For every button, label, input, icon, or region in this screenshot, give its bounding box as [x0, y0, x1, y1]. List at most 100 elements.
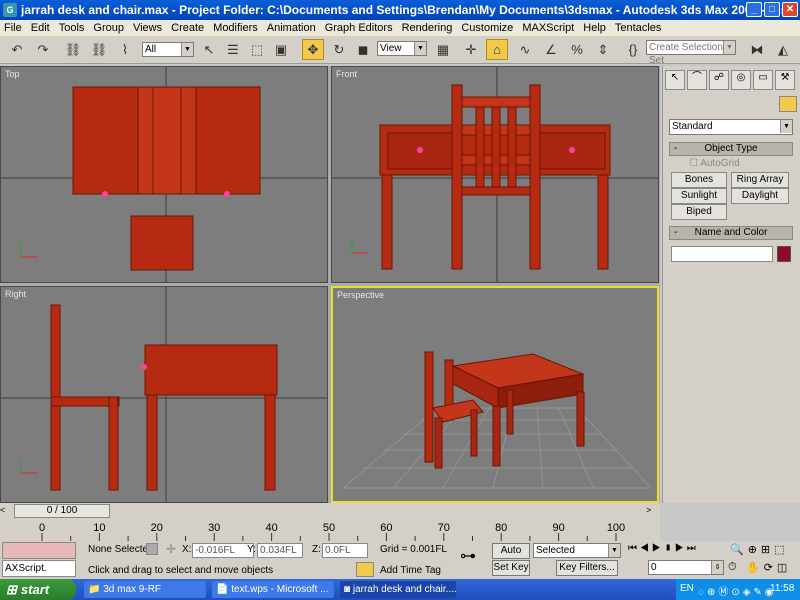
reference-coordinate-dropdown[interactable]: View ▼ — [377, 41, 427, 56]
auto-key-button[interactable]: Auto Key — [492, 543, 530, 570]
keyboard-shortcut-override-icon[interactable]: ⌂ — [486, 39, 508, 60]
menu-rendering[interactable]: Rendering — [402, 22, 453, 34]
perspective-view-scene — [342, 351, 652, 489]
menu-edit[interactable]: Edit — [31, 22, 50, 34]
unlink-icon[interactable]: ⛓ — [88, 39, 110, 60]
menu-graph-editors[interactable]: Graph Editors — [325, 22, 393, 34]
window-crossing-icon[interactable]: ▣ — [270, 39, 292, 60]
key-filters-button[interactable]: Key Filters... — [556, 560, 618, 576]
menu-modifiers[interactable]: Modifiers — [213, 22, 258, 34]
menu-maxscript[interactable]: MAXScript — [522, 22, 574, 34]
spinner-snap-icon[interactable]: ⇕ — [592, 39, 614, 60]
close-button[interactable]: ✕ — [782, 2, 798, 17]
named-selection-set-dropdown[interactable]: Create Selection Set ▼ — [646, 40, 736, 66]
key-icon[interactable]: ⊶ — [460, 546, 476, 566]
select-and-manipulate-icon[interactable]: ✛ — [460, 39, 482, 60]
menu-customize[interactable]: Customize — [461, 22, 513, 34]
playback-controls[interactable]: ⏮◀▶▮▶⏭ — [628, 543, 699, 554]
time-tag-icon[interactable] — [356, 562, 374, 577]
percent-snap-icon[interactable]: % — [566, 39, 588, 60]
sunlight-button[interactable]: Sunlight — [671, 188, 727, 204]
maximize-button[interactable]: □ — [764, 2, 780, 17]
set-key-button[interactable]: Set Key — [492, 560, 530, 576]
object-name-input[interactable] — [671, 246, 773, 262]
lock-selection-icon[interactable] — [146, 543, 158, 555]
menu-group[interactable]: Group — [93, 22, 124, 34]
bind-to-space-warp-icon[interactable]: ⌇ — [114, 39, 136, 60]
select-and-rotate-icon[interactable]: ↻ — [328, 39, 350, 60]
ring-array-button[interactable]: Ring Array — [731, 172, 789, 188]
snaps-toggle-icon[interactable]: ∿ — [514, 39, 536, 60]
bones-button[interactable]: Bones — [671, 172, 727, 188]
maxscript-listener-pink[interactable] — [2, 542, 76, 559]
create-tab-icon[interactable]: ↖ — [665, 70, 685, 90]
viewport-nav-controls-2[interactable]: ✋⟳◫ — [746, 561, 791, 574]
modify-tab-icon[interactable]: ⌒ — [687, 70, 707, 90]
mirror-icon[interactable]: ⧓ — [746, 39, 768, 60]
viewport-nav-controls[interactable]: 🔍⊕⊞⬚ — [730, 543, 789, 556]
select-and-link-icon[interactable]: ⛓ — [62, 39, 84, 60]
select-and-scale-icon[interactable]: ◼ — [352, 39, 374, 60]
chevron-left-icon[interactable]: < — [0, 505, 14, 517]
3ds-max-icon[interactable]: G — [3, 3, 17, 17]
taskbar-item-folder[interactable]: 📁 3d max 9-RF — [84, 581, 206, 598]
display-tab-icon[interactable]: ▭ — [753, 70, 773, 90]
add-time-tag[interactable]: Add Time Tag — [380, 565, 441, 576]
menu-file[interactable]: File — [4, 22, 22, 34]
window-title: jarrah desk and chair.max - Project Fold… — [21, 3, 798, 17]
selection-filter-dropdown[interactable]: All ▼ — [142, 42, 194, 57]
hierarchy-tab-icon[interactable]: ☍ — [709, 70, 729, 90]
top-viewport[interactable]: Top — [0, 66, 328, 283]
name-and-color-rollout[interactable]: - Name and Color — [669, 226, 793, 240]
select-and-move-icon[interactable]: ✥ — [302, 39, 324, 60]
utilities-tab-icon[interactable]: ⚒ — [775, 70, 795, 90]
menu-help[interactable]: Help — [583, 22, 606, 34]
biped-button[interactable]: Biped — [671, 204, 727, 220]
start-button[interactable]: ⊞ start — [0, 579, 76, 600]
taskbar-item-3dsmax[interactable]: ◙ jarrah desk and chair.... — [340, 581, 456, 598]
absolute-mode-icon[interactable]: ✛ — [166, 542, 176, 556]
menu-animation[interactable]: Animation — [267, 22, 316, 34]
menu-tools[interactable]: Tools — [59, 22, 85, 34]
current-frame-field[interactable]: 0 ⇕ — [648, 560, 724, 575]
menu-create[interactable]: Create — [171, 22, 204, 34]
x-coordinate-field[interactable]: -0.016FL — [192, 543, 254, 558]
minimize-button[interactable]: _ — [746, 2, 762, 17]
menu-views[interactable]: Views — [133, 22, 162, 34]
front-viewport[interactable]: Front — [331, 66, 659, 283]
angle-snap-icon[interactable]: ∠ — [540, 39, 562, 60]
maxscript-mini-listener[interactable]: AXScript. — [2, 560, 76, 577]
align-icon[interactable]: ◭ — [772, 39, 794, 60]
perspective-viewport[interactable]: Perspective — [331, 286, 659, 503]
motion-tab-icon[interactable]: ◎ — [731, 70, 751, 90]
time-slider[interactable]: < 0 / 100 > — [0, 503, 660, 519]
category-swatch[interactable] — [779, 96, 797, 112]
key-mode-dropdown[interactable]: Selected ▼ — [533, 543, 621, 558]
language-indicator[interactable]: EN — [680, 583, 694, 594]
z-coordinate-field[interactable]: 0.0FL — [322, 543, 368, 558]
object-color-swatch[interactable] — [777, 246, 791, 262]
object-type-rollout[interactable]: - Object Type — [669, 142, 793, 156]
time-slider-thumb[interactable]: 0 / 100 — [14, 504, 110, 518]
y-coordinate-field[interactable]: 0.034FL — [257, 543, 303, 558]
tray-icons[interactable]: ◌⊕Ⓜ⊙◈✎◉ — [698, 583, 777, 598]
undo-icon[interactable]: ↶ — [6, 39, 28, 60]
chair-seat — [461, 186, 531, 196]
category-dropdown[interactable]: Standard ▼ — [669, 119, 793, 135]
chevron-right-icon[interactable]: > — [646, 505, 660, 517]
taskbar-item-text[interactable]: 📄 text.wps - Microsoft ... — [212, 581, 334, 598]
select-by-name-icon[interactable]: ☰ — [222, 39, 244, 60]
menu-tentacles[interactable]: Tentacles — [615, 22, 661, 34]
redo-icon[interactable]: ↷ — [32, 39, 54, 60]
track-bar[interactable]: 0 10 20 30 40 50 60 70 80 90 100 — [0, 519, 660, 541]
pivot-center-icon[interactable]: ▦ — [432, 39, 454, 60]
rectangular-selection-icon[interactable]: ⬚ — [246, 39, 268, 60]
autogrid-checkbox[interactable]: ☐ AutoGrid — [689, 158, 740, 169]
select-object-icon[interactable]: ↖ — [198, 39, 220, 60]
time-config-icon[interactable]: ⏱ — [728, 561, 737, 574]
right-viewport[interactable]: Right — [0, 286, 328, 503]
chevron-down-icon: ▼ — [608, 544, 620, 557]
ruler-tick-label: 10 — [93, 522, 105, 534]
daylight-button[interactable]: Daylight — [731, 188, 789, 204]
edit-named-selection-icon[interactable]: {} — [622, 39, 644, 60]
